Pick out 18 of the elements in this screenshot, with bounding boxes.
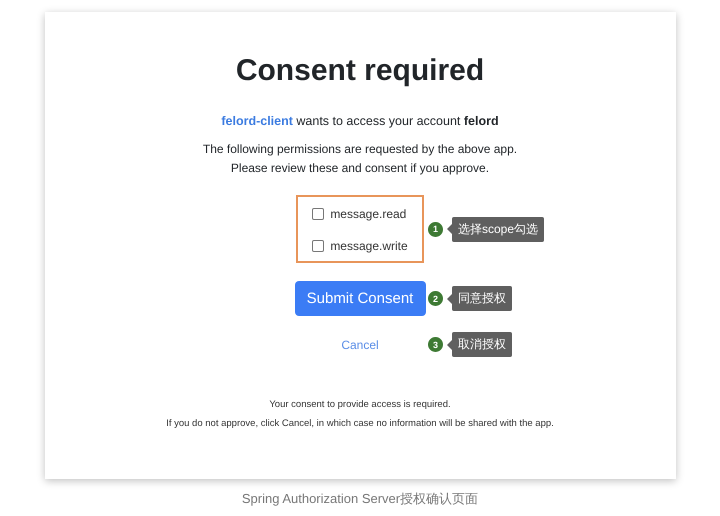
page-title: Consent required — [236, 54, 484, 88]
step-number-badge: 1 — [428, 222, 443, 236]
checkbox[interactable] — [312, 240, 324, 252]
consent-notice: Your consent to provide access is required. — [268, 399, 452, 410]
annotation-callout: 选择scope勾选 — [447, 216, 544, 242]
step-number-badge: 2 — [428, 291, 443, 306]
step-number-badge: 3 — [428, 337, 443, 352]
permissions-text: The following permissions are requested by the above app. Please review these and consent if you approve. — [202, 141, 518, 177]
image-caption: Spring Authorization Server授权确认页面 — [242, 490, 478, 508]
access-request-text: felord-client wants to access your account felord — [221, 114, 499, 128]
cancel-notice: If you do not approve, click Cancel, in which case no information will be shared with the app. — [166, 418, 554, 429]
checkbox[interactable] — [312, 208, 324, 220]
scope-label: message.write — [330, 239, 408, 253]
annotation-callout: 取消授权 — [447, 332, 512, 357]
cancel-link[interactable]: Cancel — [341, 338, 379, 352]
annotation-callout: 同意授权 — [447, 286, 512, 311]
submit-consent-button[interactable]: Submit Consent — [294, 281, 426, 316]
scope-label: message.read — [330, 207, 406, 221]
